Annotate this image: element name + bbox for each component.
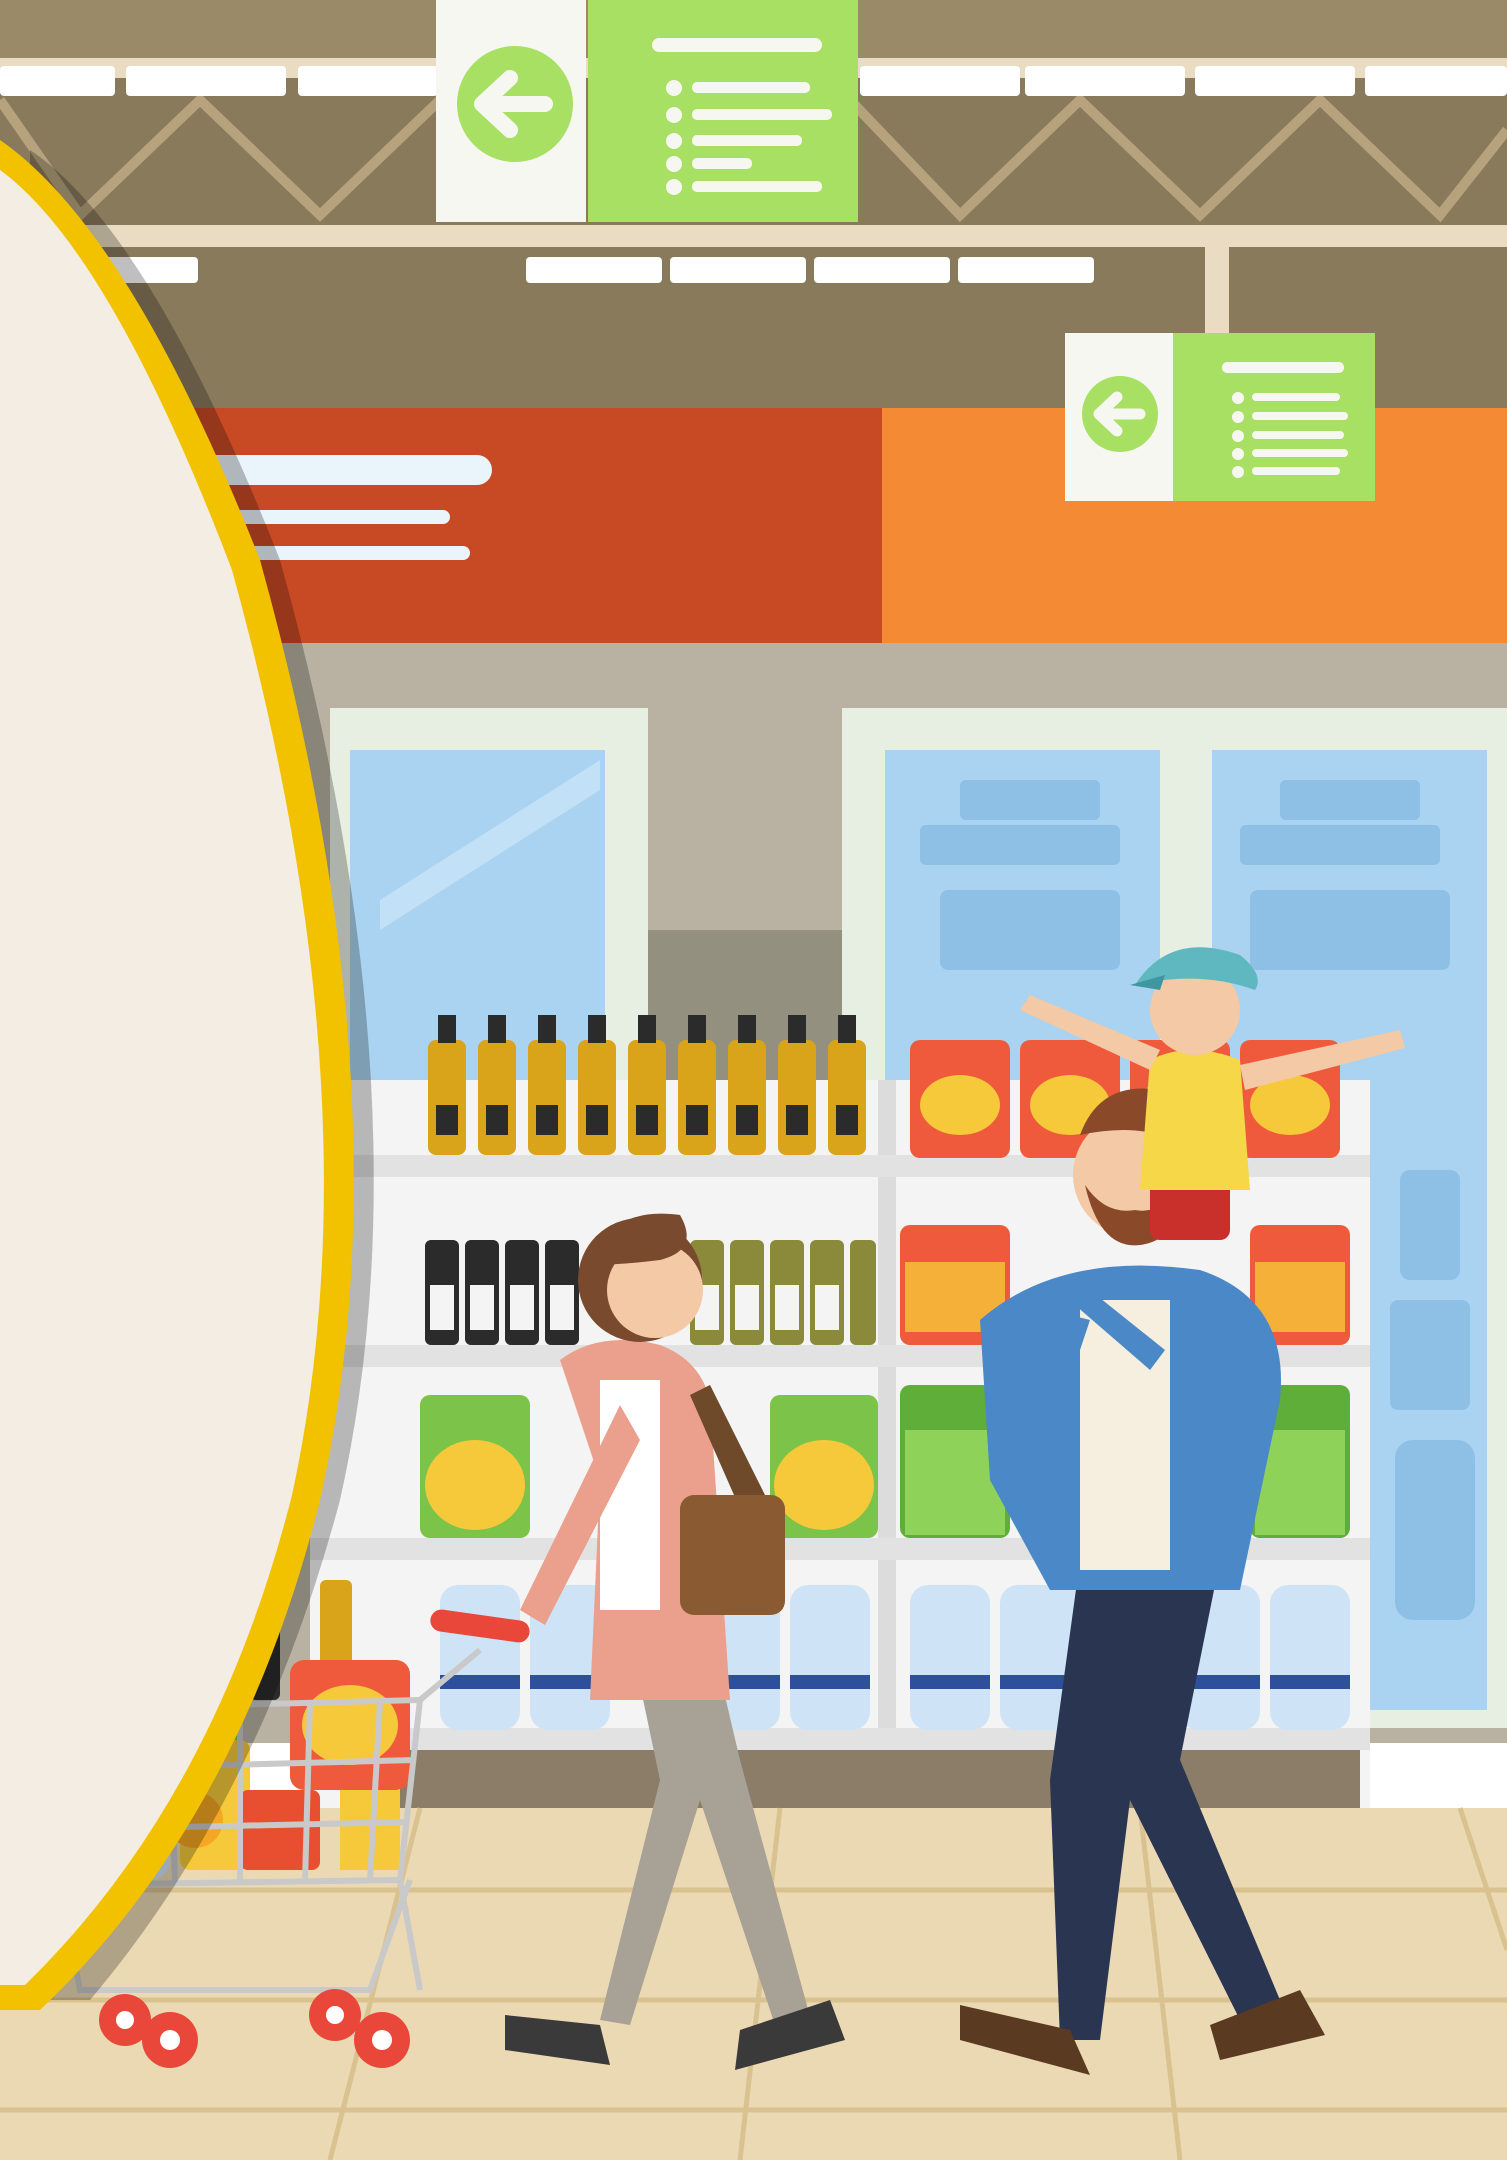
oil-bottles — [428, 1015, 866, 1155]
aisle-sign-2 — [1065, 333, 1375, 501]
supermarket-scene — [0, 0, 1507, 2160]
ceiling-post — [1205, 247, 1229, 337]
ceiling-beam-mid — [0, 225, 1507, 247]
aisle-sign-1 — [436, 0, 858, 222]
